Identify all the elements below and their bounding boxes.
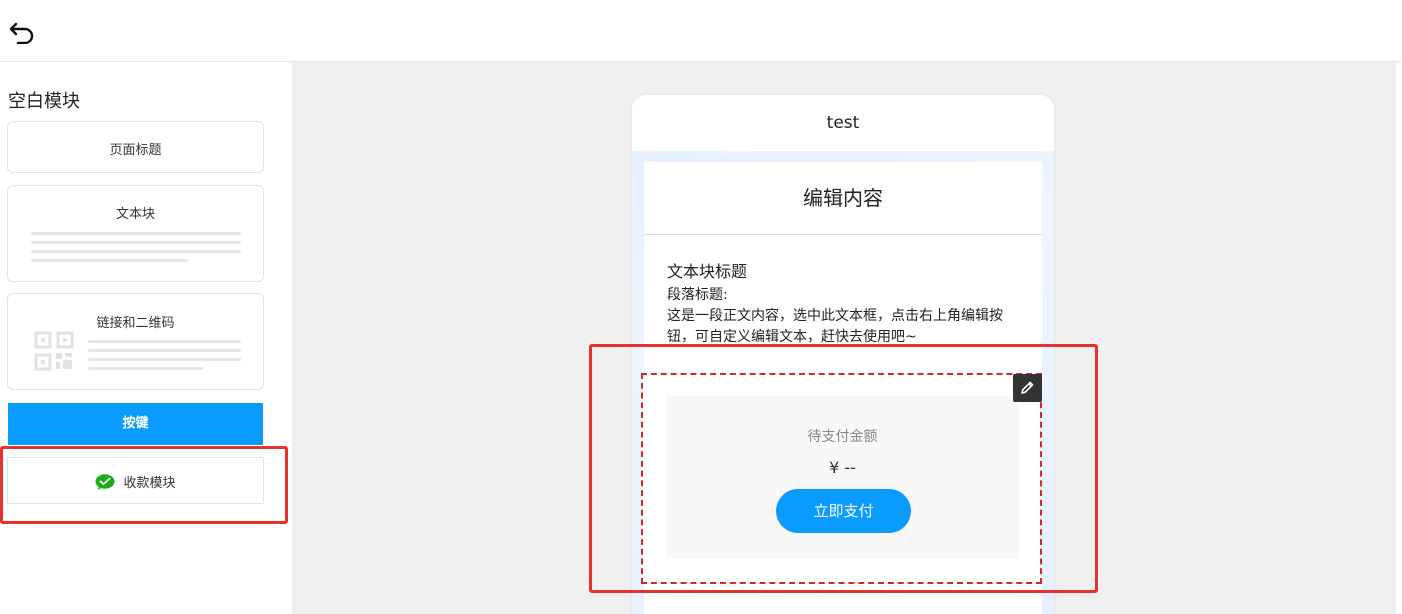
paragraph-title: 段落标题: [667,287,728,303]
text-lines-placeholder [88,340,241,376]
canvas-edge [1396,62,1402,614]
module-link-qrcode[interactable]: 链接和二维码 [7,293,264,390]
module-label: 页面标题 [109,143,162,158]
sidebar-title: 空白模块 [8,91,80,112]
back-button[interactable] [8,18,36,45]
top-bar [0,0,1402,62]
module-page-title[interactable]: 页面标题 [7,121,264,173]
payment-box: 待支付金额 ¥ -- 立即支付 [666,396,1019,559]
undo-arrow-icon [9,22,34,45]
pencil-icon [1021,381,1034,394]
module-sidebar: 空白模块 页面标题 文本块 链接和二维码 按键 收款模块 [0,62,292,614]
module-label: 收款模块 [123,476,176,491]
module-label: 文本块 [115,207,155,222]
text-block-title[interactable]: 文本块标题 [667,258,747,282]
wechat-pay-icon [95,473,115,490]
text-lines-placeholder [31,232,241,268]
module-payment[interactable]: 收款模块 [7,457,264,504]
edit-button[interactable] [1013,374,1042,402]
module-text-block[interactable]: 文本块 [7,185,264,282]
module-label: 链接和二维码 [96,316,175,331]
content-title[interactable]: 编辑内容 [644,162,1042,235]
pay-now-button[interactable]: 立即支付 [776,489,911,533]
qrcode-icon [34,331,74,371]
amount-value: ¥ -- [829,458,856,477]
paragraph-body: 这是一段正文内容，选中此文本框，点击右上角编辑按钮，可自定义编辑文本，赶快去使用… [667,308,1003,344]
module-button[interactable]: 按键 [8,403,263,445]
amount-label: 待支付金额 [807,429,878,445]
phone-header-title: test [632,95,1054,151]
